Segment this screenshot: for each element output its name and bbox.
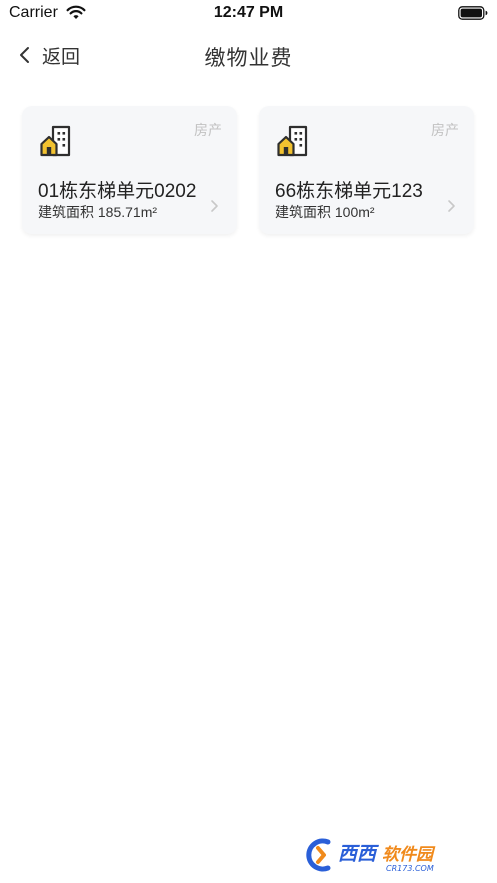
status-bar: Carrier 12:47 PM [0,0,497,28]
property-card[interactable]: 房产 01栋东梯单元0202 建筑面积 185.71m² [22,106,237,234]
chevron-right-icon [448,200,455,212]
property-area: 建筑面积 185.71m² [38,204,158,220]
battery-icon [458,6,488,20]
watermark-logo: 西西 软件园 CR173.COM [306,838,436,873]
building-icon [40,125,71,157]
svg-text:CR173.COM: CR173.COM [386,864,434,873]
property-area: 建筑面积 100m² [275,204,375,220]
nav-bar: 返回 缴物业费 [0,30,497,80]
page-title: 缴物业费 [204,47,293,70]
chevron-right-icon [211,200,218,212]
property-name: 66栋东梯单元123 [275,181,423,202]
screen: Carrier 12:47 PM 返回 缴物业费 房产 01栋东梯单元0202 … [0,0,497,883]
svg-text:西西: 西西 [338,843,379,865]
property-card[interactable]: 房产 66栋东梯单元123 建筑面积 100m² [259,106,474,234]
property-name: 01栋东梯单元0202 [38,181,197,202]
property-list: 房产 01栋东梯单元0202 建筑面积 185.71m² 房产 66栋东梯单元1… [22,106,474,234]
clock: 12:47 PM [213,4,284,21]
svg-text:软件园: 软件园 [382,845,436,865]
property-type-label: 房产 [431,122,459,138]
property-type-label: 房产 [194,122,222,138]
building-icon [277,125,308,157]
